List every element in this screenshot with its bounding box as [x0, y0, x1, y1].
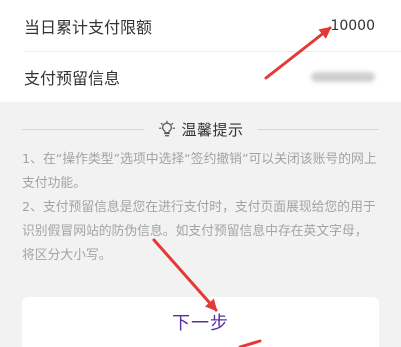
- tips-title-group: 温馨提示: [144, 119, 258, 140]
- tip-item: 2、支付预留信息是您在进行支付时，支付页面展现给您的用于识别假冒网站的防伪信息。…: [22, 200, 376, 263]
- reserved-info-value-blurred: [311, 72, 375, 82]
- tip-item: 1、在“操作类型”选项中选择“签约撤销”可以关闭该账号的网上支付功能。: [22, 152, 377, 191]
- tips-divider-left: [22, 128, 144, 130]
- tips-divider-right: [257, 128, 380, 130]
- lightbulb-icon: [158, 120, 175, 137]
- daily-limit-label: 当日累计支付限额: [24, 18, 153, 37]
- daily-limit-row: 当日累计支付限额 10000: [0, 0, 401, 52]
- tips-header: 温馨提示: [22, 118, 380, 140]
- tips-content: 1、在“操作类型”选项中选择“签约撤销”可以关闭该账号的网上支付功能。 2、支付…: [22, 148, 379, 268]
- reserved-info-label: 支付预留信息: [24, 69, 121, 88]
- tips-title: 温馨提示: [181, 120, 244, 139]
- next-step-button[interactable]: 下一步: [22, 297, 379, 347]
- daily-limit-value: 10000: [330, 18, 375, 34]
- reserved-info-row[interactable]: 支付预留信息: [0, 52, 401, 102]
